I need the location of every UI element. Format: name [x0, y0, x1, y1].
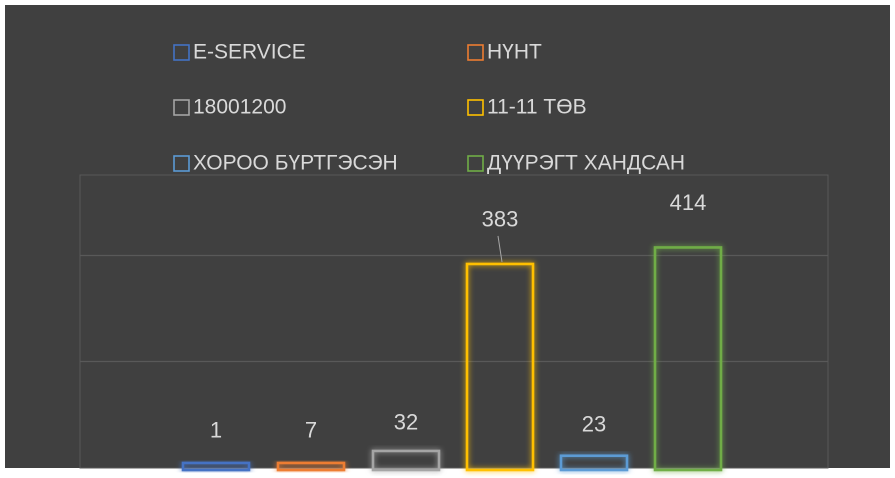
data-label-2: 7: [305, 418, 317, 443]
legend-label-6: ДҮҮРЭГТ ХАНДСАН: [487, 152, 685, 175]
data-label-3: 32: [394, 410, 418, 435]
bar-chart: E-SERVICE НҮНТ 18001200 11-11 ТӨВ ХОРОО БҮРТ…: [5, 5, 890, 472]
legend-label-3: 18001200: [193, 96, 286, 119]
chart-frame: E-SERVICE НҮНТ 18001200 11-11 ТӨВ ХОРОО БҮРТ…: [0, 0, 895, 478]
legend-label-5: ХОРОО БҮРТГЭСЭН: [193, 152, 398, 175]
legend-label-4: 11-11 ТӨВ: [487, 96, 587, 119]
data-label-1: 1: [210, 418, 222, 443]
legend-item-1: E-SERVICE: [173, 41, 306, 64]
legend-label-1: E-SERVICE: [193, 41, 306, 64]
data-label-5: 23: [582, 412, 606, 437]
data-label-6: 414: [670, 190, 707, 215]
legend-item-6: ДҮҮРЭГТ ХАНДСАН: [467, 152, 685, 175]
chart-background: [5, 5, 890, 468]
data-label-4: 383: [482, 206, 519, 231]
legend-label-2: НҮНТ: [487, 41, 542, 64]
legend-item-5: ХОРОО БҮРТГЭСЭН: [173, 152, 398, 175]
